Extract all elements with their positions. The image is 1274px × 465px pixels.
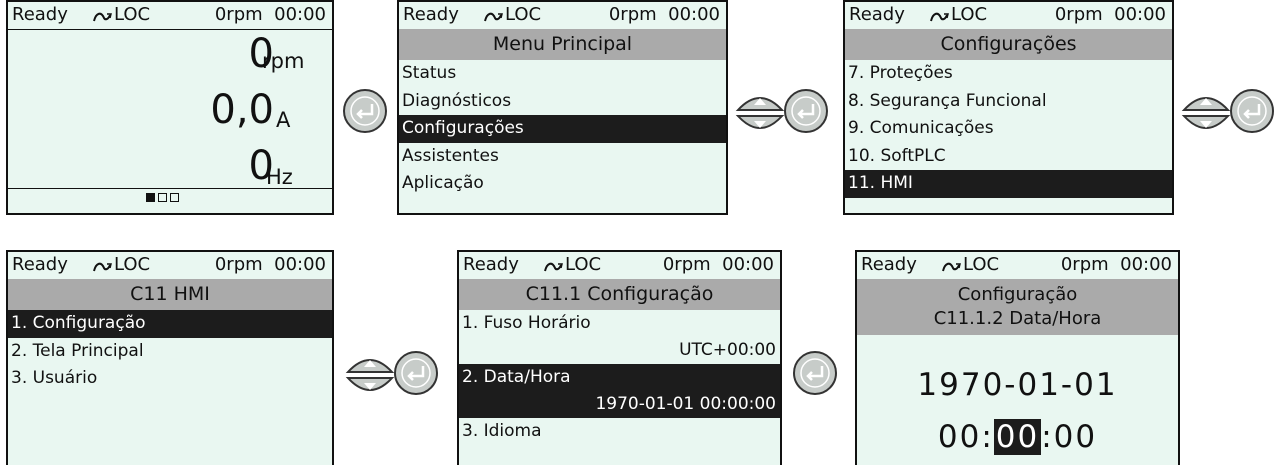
speed-time-readout: 0rpm 00:00 [1054, 4, 1166, 25]
loc-mode: LOC [114, 254, 151, 275]
up-down-navigation-icon[interactable] [344, 352, 396, 398]
rotation-icon [544, 262, 563, 272]
speed-unit: rpm [262, 49, 305, 73]
menu-title: Menu Principal [399, 29, 726, 60]
time-hours[interactable]: 00: [938, 419, 994, 455]
rotation-icon [930, 12, 949, 22]
fuso-horario-label[interactable]: 1. Fuso Horário [459, 310, 780, 337]
loc-mode: LOC [505, 4, 542, 25]
hmi-config-screen: Ready LOC 0rpm 00:00 C11.1 Configuração … [457, 250, 782, 465]
menu-item-configuracao[interactable]: 1. Configuração [8, 310, 332, 338]
frequency-unit: Hz [266, 165, 293, 189]
menu-item-hmi[interactable]: 11. HMI [845, 170, 1172, 198]
menu-item-configuracoes[interactable]: Configurações [399, 115, 726, 143]
idioma-label[interactable]: 3. Idioma [459, 418, 780, 445]
up-down-navigation-icon[interactable] [1180, 90, 1232, 136]
datetime-title: Configuração C11.1.2 Data/Hora [857, 279, 1178, 335]
status-bar: Ready LOC 0rpm 00:00 [399, 2, 726, 30]
hmi-menu-list: 1. Configuração 2. Tela Principal 3. Usu… [8, 310, 332, 393]
loc-mode: LOC [951, 4, 988, 25]
rotation-icon [93, 262, 112, 272]
fuso-horario-value: UTC+00:00 [679, 340, 776, 360]
speed-time-readout: 0rpm 00:00 [1060, 254, 1172, 275]
main-menu-screen: Ready LOC 0rpm 00:00 Menu Principal Stat… [397, 0, 728, 215]
datetime-title-line2: C11.1.2 Data/Hora [933, 308, 1102, 329]
menu-title: C11 HMI [8, 279, 332, 310]
time-seconds[interactable]: :00 [1041, 419, 1097, 455]
config-menu-screen: Ready LOC 0rpm 00:00 Configurações 7. Pr… [843, 0, 1174, 215]
enter-key-icon[interactable] [1229, 88, 1274, 134]
loc-mode: LOC [565, 254, 602, 275]
page-dot-1 [146, 193, 155, 202]
status-bar: Ready LOC 0rpm 00:00 [8, 252, 332, 280]
page-indicator [146, 193, 179, 202]
enter-key-icon[interactable] [342, 88, 388, 134]
enter-key-icon[interactable] [792, 350, 838, 396]
enter-key-icon[interactable] [783, 88, 829, 134]
menu-title: C11.1 Configuração [459, 279, 780, 310]
menu-item-usuario[interactable]: 3. Usuário [8, 365, 332, 393]
ready-status: Ready [12, 4, 68, 25]
data-hora-value: 1970-01-01 00:00:00 [459, 391, 780, 418]
loc-mode: LOC [114, 4, 151, 25]
status-bar: Ready LOC 0rpm 00:00 [845, 2, 1172, 30]
ready-status: Ready [403, 4, 459, 25]
ready-status: Ready [861, 254, 917, 275]
menu-item-aplicacao[interactable]: Aplicação [399, 170, 726, 198]
datetime-title-line1: Configuração [957, 284, 1078, 305]
datetime-screen: Ready LOC 0rpm 00:00 Configuração C11.1.… [855, 250, 1180, 465]
menu-item-diagnosticos[interactable]: Diagnósticos [399, 88, 726, 116]
menu-item-tela-principal[interactable]: 2. Tela Principal [8, 338, 332, 366]
enter-key-icon[interactable] [393, 350, 439, 396]
status-bar: Ready LOC 0rpm 00:00 [459, 252, 780, 280]
ready-status: Ready [463, 254, 519, 275]
ready-status: Ready [849, 4, 905, 25]
time-minutes-editing[interactable]: 00 [993, 419, 1042, 455]
data-hora-label[interactable]: 2. Data/Hora [459, 364, 780, 391]
hmi-config-list: 1. Fuso Horário UTC+00:00 2. Data/Hora 1… [459, 310, 780, 445]
menu-item-protecoes[interactable]: 7. Proteções [845, 60, 1172, 88]
menu-item-status[interactable]: Status [399, 60, 726, 88]
loc-mode: LOC [963, 254, 1000, 275]
current-unit: A [276, 108, 291, 132]
page-dot-2 [158, 193, 167, 202]
date-value[interactable]: 1970-01-01 [857, 367, 1178, 403]
speed-time-readout: 0rpm 00:00 [214, 4, 326, 25]
menu-item-assistentes[interactable]: Assistentes [399, 143, 726, 171]
divider [8, 188, 332, 189]
main-menu-list: Status Diagnósticos Configurações Assist… [399, 60, 726, 198]
page-dot-3 [170, 193, 179, 202]
speed-time-readout: 0rpm 00:00 [214, 254, 326, 275]
up-down-navigation-icon[interactable] [734, 90, 786, 136]
status-bar: Ready LOC 0rpm 00:00 [8, 2, 332, 30]
menu-title: Configurações [845, 29, 1172, 60]
ready-status: Ready [12, 254, 68, 275]
speed-time-readout: 0rpm 00:00 [662, 254, 774, 275]
current-value: 0,0 [210, 87, 274, 133]
config-menu-list: 7. Proteções 8. Segurança Funcional 9. C… [845, 60, 1172, 198]
menu-item-softplc[interactable]: 10. SoftPLC [845, 143, 1172, 171]
rotation-icon [93, 12, 112, 22]
rotation-icon [942, 262, 961, 272]
menu-item-comunicacoes[interactable]: 9. Comunicações [845, 115, 1172, 143]
speed-time-readout: 0rpm 00:00 [608, 4, 720, 25]
rotation-icon [484, 12, 503, 22]
monitor-screen: Ready LOC 0rpm 00:00 0 rpm 0,0 A 0 Hz [6, 0, 334, 215]
time-value[interactable]: 00:00:00 [857, 419, 1178, 455]
hmi-menu-screen: Ready LOC 0rpm 00:00 C11 HMI 1. Configur… [6, 250, 334, 465]
menu-item-seguranca-funcional[interactable]: 8. Segurança Funcional [845, 88, 1172, 116]
status-bar: Ready LOC 0rpm 00:00 [857, 252, 1178, 280]
